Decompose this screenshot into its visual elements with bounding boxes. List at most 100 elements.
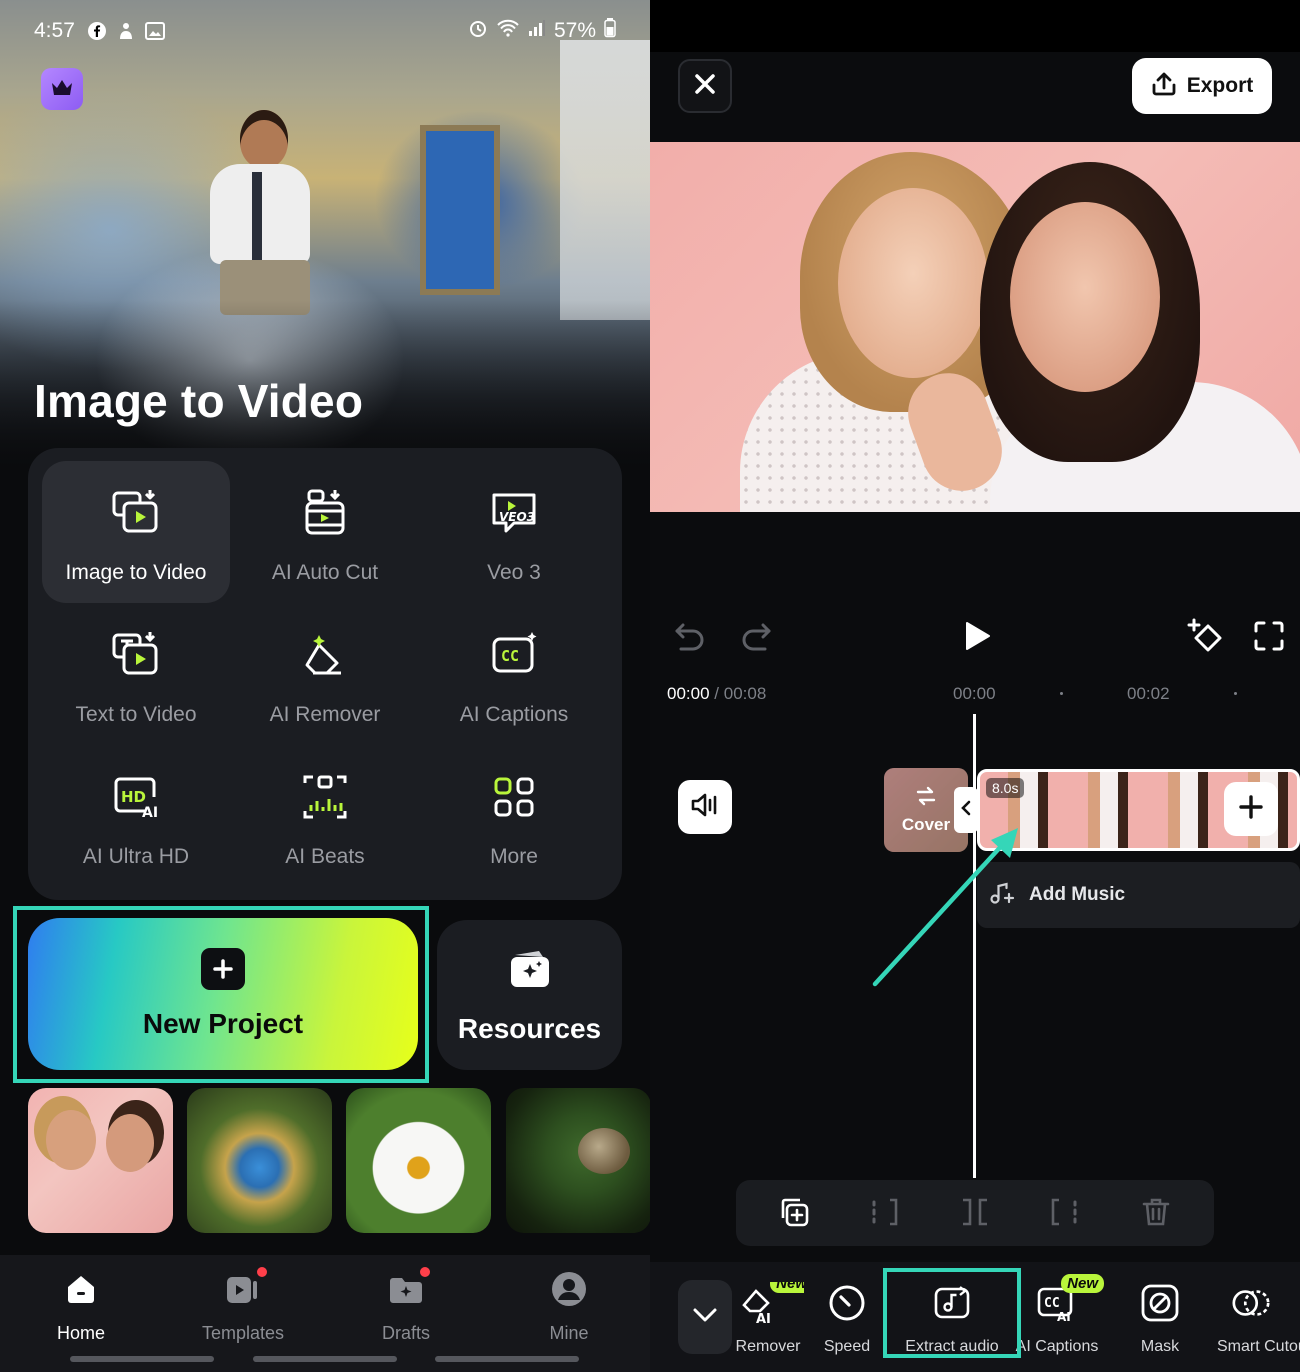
keyframe-button[interactable] xyxy=(1184,616,1228,660)
tool-ai-remover[interactable]: AI Remover xyxy=(231,603,419,745)
resources-button[interactable]: Resources xyxy=(437,920,622,1070)
close-icon xyxy=(694,73,716,100)
media-thumbnail[interactable] xyxy=(187,1088,332,1233)
chevron-left-icon xyxy=(961,800,971,821)
ai-auto-cut-icon xyxy=(297,485,353,541)
nav-home[interactable]: Home xyxy=(16,1269,146,1344)
ai-ultra-hd-icon: HD AI xyxy=(108,769,164,825)
notification-dot xyxy=(420,1267,430,1277)
tool-ai-captions[interactable]: CC AI New AI Captions xyxy=(1007,1274,1107,1356)
speed-icon xyxy=(826,1282,868,1324)
svg-text:CC: CC xyxy=(1044,1296,1060,1311)
premium-crown-button[interactable] xyxy=(41,68,83,110)
tool-text-to-video[interactable]: Text to Video xyxy=(42,603,230,745)
tool-more[interactable]: More xyxy=(420,745,608,887)
tool-ai-captions[interactable]: CC AI Captions xyxy=(420,603,608,745)
duplicate-button[interactable] xyxy=(774,1194,814,1234)
image-to-video-icon xyxy=(108,485,164,541)
trim-start-icon xyxy=(868,1196,900,1233)
tool-ai-auto-cut[interactable]: AI Auto Cut xyxy=(231,461,419,603)
current-time: 00:00 xyxy=(667,684,710,703)
mute-audio-button[interactable] xyxy=(678,780,732,834)
svg-text:HD: HD xyxy=(121,788,146,806)
svg-text:VEO3: VEO3 xyxy=(499,510,535,524)
extract-audio-highlight xyxy=(883,1268,1021,1358)
redo-icon xyxy=(739,621,773,656)
ruler-tick: 00:00 xyxy=(953,684,996,703)
alarm-icon xyxy=(468,18,488,44)
new-project-button[interactable]: New Project xyxy=(28,918,418,1070)
fullscreen-icon xyxy=(1253,620,1285,657)
tools-panel: Image to Video AI Auto Cut VEO3 Veo 3 Te… xyxy=(28,448,622,900)
swap-icon xyxy=(915,786,937,811)
media-thumbnail[interactable] xyxy=(346,1088,491,1233)
more-grid-icon xyxy=(486,769,542,825)
hero-title: Image to Video xyxy=(34,375,364,427)
profile-icon xyxy=(549,1269,589,1309)
time-readout: 00:00 / 00:08 xyxy=(667,684,767,703)
templates-icon xyxy=(223,1267,267,1309)
tool-speed[interactable]: Speed xyxy=(797,1282,897,1356)
veo3-icon: VEO3 xyxy=(486,485,542,541)
trash-icon xyxy=(1140,1196,1172,1233)
tool-mask[interactable]: Mask xyxy=(1110,1282,1210,1356)
facebook-icon xyxy=(87,21,107,41)
ruler-tick: 00:02 xyxy=(1127,684,1170,703)
keyframe-icon xyxy=(1186,618,1226,659)
trim-end-button[interactable] xyxy=(1045,1194,1085,1234)
trim-end-icon xyxy=(1049,1196,1081,1233)
nav-mine[interactable]: Mine xyxy=(504,1269,634,1344)
clip-edit-toolbar xyxy=(736,1180,1214,1246)
signal-icon xyxy=(528,19,546,43)
add-music-button[interactable]: Add Music xyxy=(977,862,1300,928)
ai-captions-icon: CC AI New xyxy=(1036,1274,1104,1324)
video-preview[interactable] xyxy=(650,142,1300,512)
recent-media-strip xyxy=(28,1088,650,1234)
delete-button[interactable] xyxy=(1136,1194,1176,1234)
split-icon xyxy=(959,1196,991,1233)
notification-dot xyxy=(257,1267,267,1277)
upload-icon xyxy=(1151,72,1177,101)
play-button[interactable] xyxy=(954,616,998,660)
total-time: 00:08 xyxy=(723,684,767,703)
split-button[interactable] xyxy=(955,1194,995,1234)
tool-ai-remover[interactable]: AI New Remover xyxy=(712,1282,804,1356)
battery-icon xyxy=(604,18,616,44)
crown-icon xyxy=(50,77,74,102)
close-button[interactable] xyxy=(678,59,732,113)
wifi-icon xyxy=(496,18,520,44)
status-time: 4:57 xyxy=(34,19,75,42)
svg-text:CC: CC xyxy=(501,647,519,665)
undo-button[interactable] xyxy=(668,616,712,660)
editor-screen: Export 00:00 / 00:08 00:00 00:02 Cover 8… xyxy=(650,0,1300,1372)
tool-ai-ultra-hd[interactable]: HD AI AI Ultra HD xyxy=(42,745,230,887)
plus-icon xyxy=(1239,794,1263,824)
fullscreen-button[interactable] xyxy=(1247,616,1291,660)
ai-remover-icon: AI New xyxy=(737,1282,804,1324)
gallery-icon xyxy=(144,21,165,41)
undo-icon xyxy=(673,621,707,656)
tool-image-to-video[interactable]: Image to Video xyxy=(42,461,230,603)
ai-beats-icon xyxy=(297,769,353,825)
plus-icon xyxy=(201,948,245,990)
redo-button[interactable] xyxy=(734,616,778,660)
text-to-video-icon xyxy=(108,627,164,683)
trim-start-button[interactable] xyxy=(864,1194,904,1234)
tool-veo-3[interactable]: VEO3 Veo 3 xyxy=(420,461,608,603)
svg-text:AI: AI xyxy=(756,1312,771,1323)
duplicate-icon xyxy=(778,1196,810,1233)
nav-drafts[interactable]: Drafts xyxy=(341,1267,471,1344)
media-thumbnail[interactable] xyxy=(506,1088,650,1233)
media-thumbnail[interactable] xyxy=(28,1088,173,1233)
tool-smart-cutout[interactable]: Smart Cutout xyxy=(1210,1282,1300,1356)
drafts-icon xyxy=(386,1267,430,1309)
status-bar: 4:57 57% xyxy=(0,14,650,48)
nav-templates[interactable]: Templates xyxy=(178,1267,308,1344)
export-button[interactable]: Export xyxy=(1132,58,1272,114)
ai-captions-icon: CC xyxy=(486,627,542,683)
battery-percent: 57% xyxy=(553,19,596,42)
annotation-arrow xyxy=(872,828,1018,987)
tool-ai-beats[interactable]: AI Beats xyxy=(231,745,419,887)
home-icon xyxy=(61,1269,101,1309)
add-clip-button[interactable] xyxy=(1224,782,1278,836)
